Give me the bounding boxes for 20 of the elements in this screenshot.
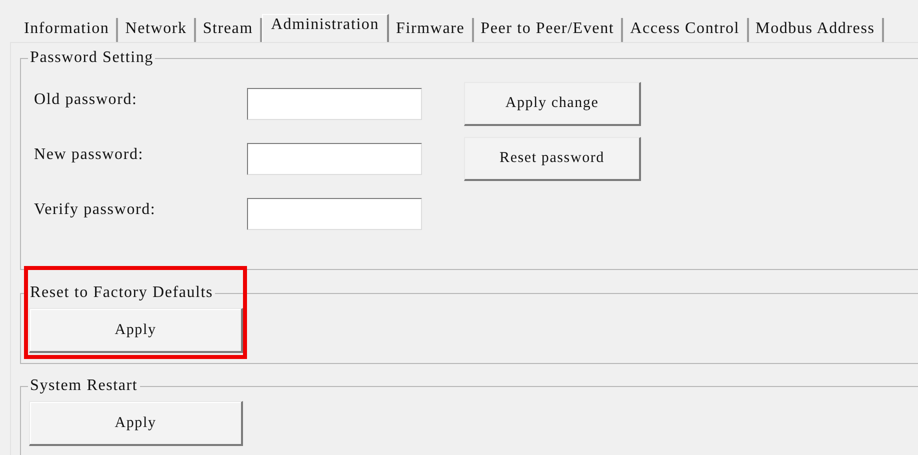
group-title: Reset to Factory Defaults bbox=[28, 283, 216, 303]
tab[interactable]: Administration bbox=[262, 14, 390, 42]
password-field[interactable] bbox=[247, 142, 422, 174]
tab[interactable]: Network bbox=[118, 18, 196, 42]
tab[interactable]: Access Control bbox=[623, 18, 749, 42]
tab[interactable]: Firmware bbox=[389, 18, 474, 42]
apply-button[interactable]: Apply bbox=[29, 401, 243, 446]
field-label: Verify password: bbox=[34, 200, 157, 220]
apply-button[interactable]: Apply bbox=[29, 308, 243, 353]
field-label: New password: bbox=[34, 144, 144, 164]
field-label: Old password: bbox=[34, 90, 138, 110]
tab[interactable]: Peer to Peer/Event bbox=[474, 18, 624, 42]
group-title: System Restart bbox=[28, 376, 140, 396]
password-field[interactable] bbox=[247, 198, 422, 230]
tab[interactable]: Information bbox=[17, 18, 118, 42]
tab[interactable]: Modbus Address bbox=[748, 18, 884, 42]
password-button[interactable]: Reset password bbox=[464, 136, 641, 180]
group-title: Password Setting bbox=[28, 48, 156, 68]
password-field[interactable] bbox=[247, 88, 422, 120]
password-button[interactable]: Apply change bbox=[464, 82, 641, 126]
